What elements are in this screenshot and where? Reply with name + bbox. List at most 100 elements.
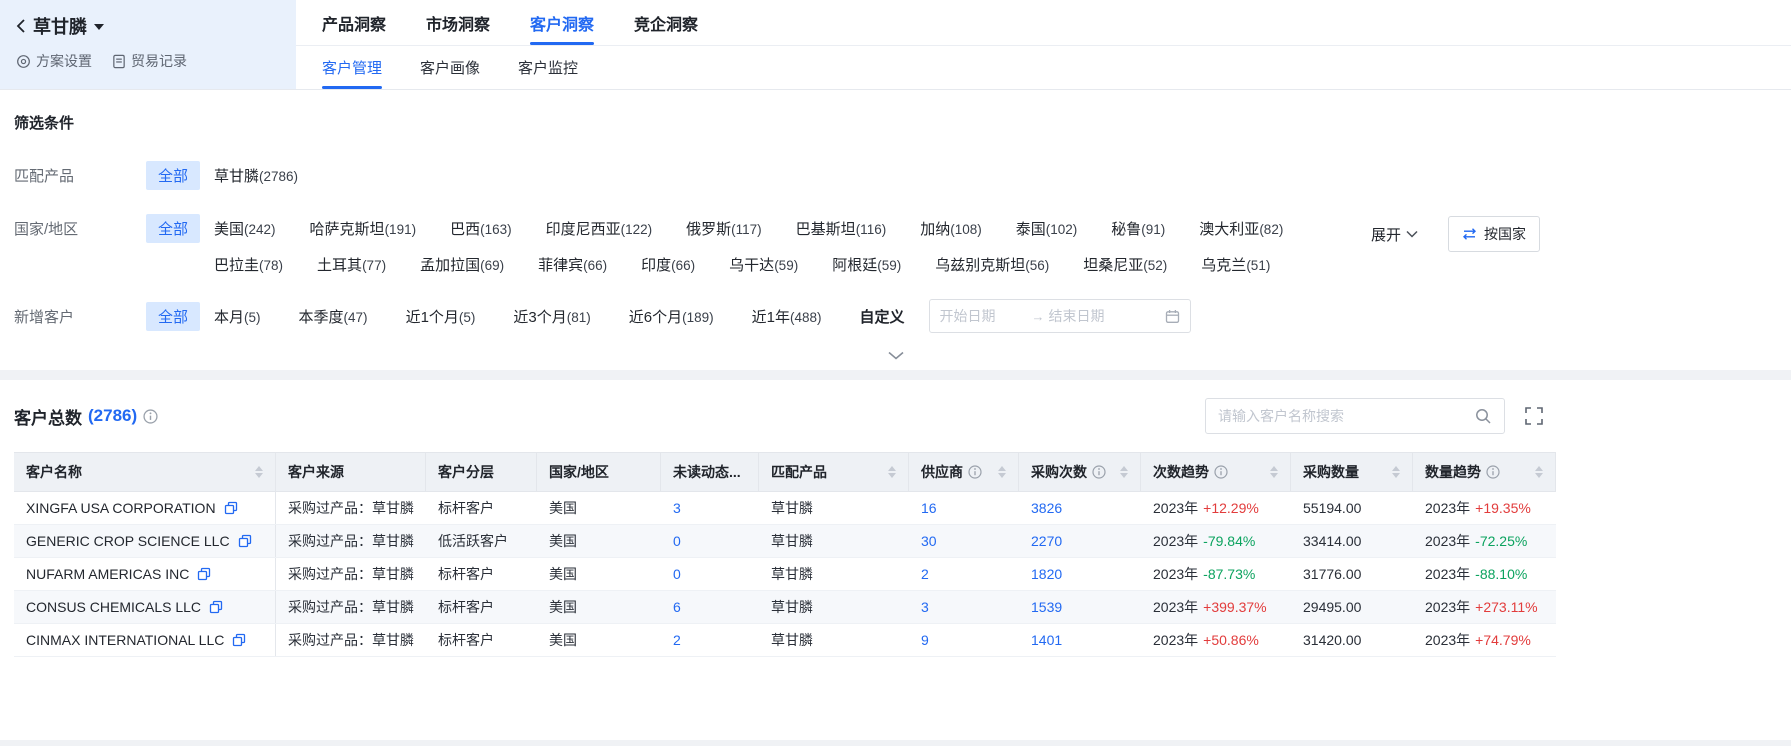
date-range-picker[interactable]: → bbox=[929, 299, 1191, 333]
search-icon[interactable] bbox=[1475, 408, 1492, 425]
sort-icon[interactable] bbox=[1529, 466, 1543, 478]
sort-icon[interactable] bbox=[1114, 466, 1128, 478]
country-filter-chip[interactable]: 秘鲁(91) bbox=[1111, 218, 1165, 239]
purchase-count-link[interactable]: 1539 bbox=[1031, 599, 1062, 615]
customer-name[interactable]: CINMAX INTERNATIONAL LLC bbox=[26, 632, 224, 648]
suppliers-link[interactable]: 3 bbox=[921, 599, 929, 615]
expand-link[interactable]: 展开 bbox=[1371, 224, 1418, 245]
product-name[interactable]: 草甘膦 bbox=[33, 13, 87, 39]
customer-search-input[interactable] bbox=[1218, 408, 1475, 424]
column-header[interactable]: 数量趋势 bbox=[1413, 453, 1556, 491]
new-customer-filter-chip[interactable]: 近3个月(81) bbox=[513, 306, 590, 327]
column-header[interactable]: 客户分层 bbox=[426, 453, 537, 491]
sort-icon[interactable] bbox=[882, 466, 896, 478]
suppliers-link[interactable]: 30 bbox=[921, 533, 937, 549]
unread-link[interactable]: 6 bbox=[673, 599, 681, 615]
column-header[interactable]: 未读动态... bbox=[661, 453, 759, 491]
unread-link[interactable]: 0 bbox=[673, 566, 681, 582]
country-filter-chip[interactable]: 阿根廷(59) bbox=[832, 254, 901, 275]
calendar-icon[interactable] bbox=[1165, 309, 1180, 324]
product-all-chip[interactable]: 全部 bbox=[146, 161, 200, 190]
country-filter-chip[interactable]: 巴基斯坦(116) bbox=[796, 218, 887, 239]
country-filter-chip[interactable]: 泰国(102) bbox=[1016, 218, 1078, 239]
country-filter-chip[interactable]: 土耳其(77) bbox=[317, 254, 386, 275]
customer-name[interactable]: GENERIC CROP SCIENCE LLC bbox=[26, 533, 230, 549]
caret-down-icon[interactable] bbox=[94, 24, 104, 30]
country-filter-chip[interactable]: 乌兹别克斯坦(56) bbox=[935, 254, 1049, 275]
trade-records-link[interactable]: 贸易记录 bbox=[112, 51, 187, 71]
info-icon[interactable] bbox=[1092, 465, 1106, 479]
country-all-chip[interactable]: 全部 bbox=[146, 214, 200, 243]
sub-tab[interactable]: 客户画像 bbox=[420, 46, 480, 89]
new-customer-filter-chip[interactable]: 近1年(488) bbox=[752, 306, 822, 327]
purchase-count-link[interactable]: 2270 bbox=[1031, 533, 1062, 549]
copy-icon[interactable] bbox=[224, 501, 238, 515]
end-date-input[interactable] bbox=[1049, 308, 1137, 324]
column-header[interactable]: 供应商 bbox=[909, 453, 1019, 491]
country-filter-chip[interactable]: 乌干达(59) bbox=[729, 254, 798, 275]
start-date-input[interactable] bbox=[940, 308, 1028, 324]
main-tab[interactable]: 客户洞察 bbox=[530, 0, 594, 45]
suppliers-link[interactable]: 16 bbox=[921, 500, 937, 516]
table-row[interactable]: NUFARM AMERICAS INC 采购过产品：草甘膦 标杆客户 美国 0 … bbox=[14, 558, 1556, 591]
sort-icon[interactable] bbox=[992, 466, 1006, 478]
purchase-count-link[interactable]: 3826 bbox=[1031, 500, 1062, 516]
copy-icon[interactable] bbox=[209, 600, 223, 614]
collapse-filters-button[interactable] bbox=[14, 343, 1777, 364]
new-customer-filter-chip[interactable]: 近1个月(5) bbox=[406, 306, 476, 327]
suppliers-link[interactable]: 9 bbox=[921, 632, 929, 648]
copy-icon[interactable] bbox=[232, 633, 246, 647]
new-customer-filter-chip[interactable]: 近6个月(189) bbox=[629, 306, 714, 327]
unread-link[interactable]: 0 bbox=[673, 533, 681, 549]
info-icon[interactable] bbox=[1214, 465, 1228, 479]
main-tab[interactable]: 产品洞察 bbox=[322, 0, 386, 45]
new-customer-all-chip[interactable]: 全部 bbox=[146, 302, 200, 331]
country-filter-chip[interactable]: 澳大利亚(82) bbox=[1199, 218, 1283, 239]
column-header[interactable]: 采购次数 bbox=[1019, 453, 1141, 491]
table-row[interactable]: GENERIC CROP SCIENCE LLC 采购过产品：草甘膦 低活跃客户… bbox=[14, 525, 1556, 558]
country-filter-chip[interactable]: 印度尼西亚(122) bbox=[546, 218, 653, 239]
column-header[interactable]: 客户名称 bbox=[14, 453, 276, 491]
scheme-settings-link[interactable]: 方案设置 bbox=[16, 51, 92, 71]
country-filter-chip[interactable]: 美国(242) bbox=[214, 218, 276, 239]
country-filter-chip[interactable]: 加纳(108) bbox=[920, 218, 982, 239]
country-filter-chip[interactable]: 巴拉圭(78) bbox=[214, 254, 283, 275]
customer-name[interactable]: NUFARM AMERICAS INC bbox=[26, 566, 189, 582]
fullscreen-icon[interactable] bbox=[1524, 406, 1544, 426]
unread-link[interactable]: 3 bbox=[673, 500, 681, 516]
country-filter-chip[interactable]: 俄罗斯(117) bbox=[686, 218, 762, 239]
sub-tab[interactable]: 客户监控 bbox=[518, 46, 578, 89]
back-icon[interactable] bbox=[16, 18, 26, 34]
country-filter-chip[interactable]: 巴西(163) bbox=[450, 218, 512, 239]
suppliers-link[interactable]: 2 bbox=[921, 566, 929, 582]
column-header[interactable]: 国家/地区 bbox=[537, 453, 661, 491]
column-header[interactable]: 次数趋势 bbox=[1141, 453, 1291, 491]
info-icon[interactable] bbox=[143, 409, 158, 424]
new-customer-filter-chip[interactable]: 本季度(47) bbox=[299, 306, 368, 327]
column-header[interactable]: 匹配产品 bbox=[759, 453, 909, 491]
copy-icon[interactable] bbox=[197, 567, 211, 581]
unread-link[interactable]: 2 bbox=[673, 632, 681, 648]
info-icon[interactable] bbox=[1486, 465, 1500, 479]
column-header[interactable]: 客户来源 bbox=[276, 453, 426, 491]
country-filter-chip[interactable]: 坦桑尼亚(52) bbox=[1083, 254, 1167, 275]
product-filter-chip[interactable]: 草甘膦(2786) bbox=[214, 165, 298, 186]
by-country-button[interactable]: 按国家 bbox=[1448, 216, 1540, 252]
new-customer-filter-chip[interactable]: 本月(5) bbox=[214, 306, 261, 327]
custom-date-link[interactable]: 自定义 bbox=[859, 306, 904, 327]
sort-icon[interactable] bbox=[1264, 466, 1278, 478]
sort-icon[interactable] bbox=[249, 466, 263, 478]
customer-name[interactable]: XINGFA USA CORPORATION bbox=[26, 500, 216, 516]
purchase-count-link[interactable]: 1401 bbox=[1031, 632, 1062, 648]
country-filter-chip[interactable]: 菲律宾(66) bbox=[538, 254, 607, 275]
table-row[interactable]: XINGFA USA CORPORATION 采购过产品：草甘膦 标杆客户 美国… bbox=[14, 492, 1556, 525]
table-row[interactable]: CONSUS CHEMICALS LLC 采购过产品：草甘膦 标杆客户 美国 6… bbox=[14, 591, 1556, 624]
country-filter-chip[interactable]: 哈萨克斯坦(191) bbox=[310, 218, 417, 239]
customer-name[interactable]: CONSUS CHEMICALS LLC bbox=[26, 599, 201, 615]
country-filter-chip[interactable]: 乌克兰(51) bbox=[1201, 254, 1270, 275]
purchase-count-link[interactable]: 1820 bbox=[1031, 566, 1062, 582]
country-filter-chip[interactable]: 孟加拉国(69) bbox=[420, 254, 504, 275]
info-icon[interactable] bbox=[968, 465, 982, 479]
sub-tab[interactable]: 客户管理 bbox=[322, 46, 382, 89]
main-tab[interactable]: 竞企洞察 bbox=[634, 0, 698, 45]
